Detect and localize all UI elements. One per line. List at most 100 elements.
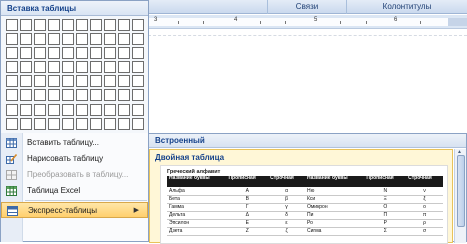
preview-cell: Ν [364, 187, 407, 196]
grid-cell[interactable] [62, 47, 74, 60]
grid-cell[interactable] [118, 33, 130, 46]
grid-cell[interactable] [20, 103, 32, 116]
insert-table-icon [6, 138, 17, 148]
grid-cell[interactable] [104, 61, 116, 74]
grid-cell[interactable] [90, 75, 102, 88]
grid-cell[interactable] [48, 103, 60, 116]
grid-cell[interactable] [48, 75, 60, 88]
grid-cell[interactable] [90, 19, 102, 31]
table-size-grid[interactable] [6, 19, 144, 130]
grid-cell[interactable] [20, 89, 32, 102]
grid-cell[interactable] [132, 89, 144, 102]
grid-cell[interactable] [76, 47, 88, 60]
grid-cell[interactable] [76, 117, 88, 130]
menu-item-excel-table[interactable]: Таблица Excel [1, 183, 148, 199]
grid-cell[interactable] [90, 61, 102, 74]
grid-cell[interactable] [90, 33, 102, 46]
grid-cell[interactable] [20, 75, 32, 88]
grid-cell[interactable] [104, 47, 116, 60]
grid-cell[interactable] [90, 47, 102, 60]
grid-cell[interactable] [6, 33, 18, 46]
preview-cell: Σ [364, 227, 407, 236]
grid-cell[interactable] [48, 33, 60, 46]
grid-cell[interactable] [132, 103, 144, 116]
grid-cell[interactable] [76, 89, 88, 102]
excel-table-icon [6, 186, 17, 196]
grid-cell[interactable] [132, 75, 144, 88]
grid-cell[interactable] [76, 75, 88, 88]
menu-item-label: Нарисовать таблицу [27, 154, 104, 163]
grid-cell[interactable] [34, 103, 46, 116]
grid-cell[interactable] [76, 61, 88, 74]
preview-cell: ρ [406, 219, 443, 228]
grid-cell[interactable] [20, 19, 32, 31]
grid-cell[interactable] [20, 117, 32, 130]
grid-header: Вставка таблицы [1, 1, 148, 16]
grid-cell[interactable] [6, 61, 18, 74]
grid-cell[interactable] [62, 89, 74, 102]
grid-cell[interactable] [62, 61, 74, 74]
grid-cell[interactable] [132, 117, 144, 130]
grid-cell[interactable] [34, 19, 46, 31]
grid-cell[interactable] [48, 117, 60, 130]
grid-cell[interactable] [118, 61, 130, 74]
grid-cell[interactable] [90, 89, 102, 102]
preview-cell: β [268, 195, 305, 204]
grid-cell[interactable] [118, 19, 130, 31]
grid-cell[interactable] [104, 75, 116, 88]
grid-cell[interactable] [104, 89, 116, 102]
grid-cell[interactable] [20, 47, 32, 60]
menu-item-draw-table[interactable]: Нарисовать таблицу [1, 151, 148, 167]
grid-cell[interactable] [118, 75, 130, 88]
grid-cell[interactable] [132, 47, 144, 60]
grid-cell[interactable] [62, 75, 74, 88]
grid-cell[interactable] [118, 89, 130, 102]
grid-cell[interactable] [48, 89, 60, 102]
grid-cell[interactable] [104, 117, 116, 130]
grid-cell[interactable] [6, 75, 18, 88]
grid-cell[interactable] [104, 33, 116, 46]
menu-item-convert-to-table[interactable]: Преобразовать в таблицу... [1, 167, 148, 183]
preview-cell: Ζ [226, 227, 269, 236]
grid-cell[interactable] [104, 19, 116, 31]
grid-cell[interactable] [6, 19, 18, 31]
gallery-item-double-table[interactable]: Двойная таблица Греческий алфавит Назван… [149, 149, 453, 244]
grid-cell[interactable] [48, 47, 60, 60]
gallery-scrollbar[interactable]: ▲ [454, 149, 466, 243]
grid-cell[interactable] [34, 61, 46, 74]
grid-cell[interactable] [118, 47, 130, 60]
grid-cell[interactable] [20, 33, 32, 46]
grid-cell[interactable] [48, 61, 60, 74]
menu-item-quick-tables[interactable]: Экспресс-таблицы ▶ [1, 202, 148, 218]
grid-cell[interactable] [62, 19, 74, 31]
grid-cell[interactable] [62, 103, 74, 116]
grid-cell[interactable] [6, 117, 18, 130]
grid-cell[interactable] [132, 33, 144, 46]
grid-cell[interactable] [132, 19, 144, 31]
grid-cell[interactable] [90, 103, 102, 116]
grid-cell[interactable] [34, 89, 46, 102]
grid-cell[interactable] [48, 19, 60, 31]
grid-cell[interactable] [34, 33, 46, 46]
grid-cell[interactable] [76, 19, 88, 31]
grid-cell[interactable] [34, 75, 46, 88]
grid-cell[interactable] [76, 33, 88, 46]
grid-cell[interactable] [118, 117, 130, 130]
grid-cell[interactable] [34, 117, 46, 130]
grid-cell[interactable] [34, 47, 46, 60]
scrollbar-thumb[interactable] [457, 155, 465, 227]
grid-cell[interactable] [90, 117, 102, 130]
grid-cell[interactable] [62, 117, 74, 130]
grid-cell[interactable] [118, 103, 130, 116]
grid-cell[interactable] [104, 103, 116, 116]
grid-cell[interactable] [132, 61, 144, 74]
grid-cell[interactable] [6, 47, 18, 60]
grid-cell[interactable] [62, 33, 74, 46]
horizontal-ruler[interactable]: 3 4 5 6 [148, 15, 467, 29]
menu-item-insert-table[interactable]: Вставить таблицу... [1, 135, 148, 151]
grid-cell[interactable] [20, 61, 32, 74]
grid-cell[interactable] [76, 103, 88, 116]
grid-cell[interactable] [6, 89, 18, 102]
menu-item-label: Таблица Excel [27, 186, 81, 195]
grid-cell[interactable] [6, 103, 18, 116]
